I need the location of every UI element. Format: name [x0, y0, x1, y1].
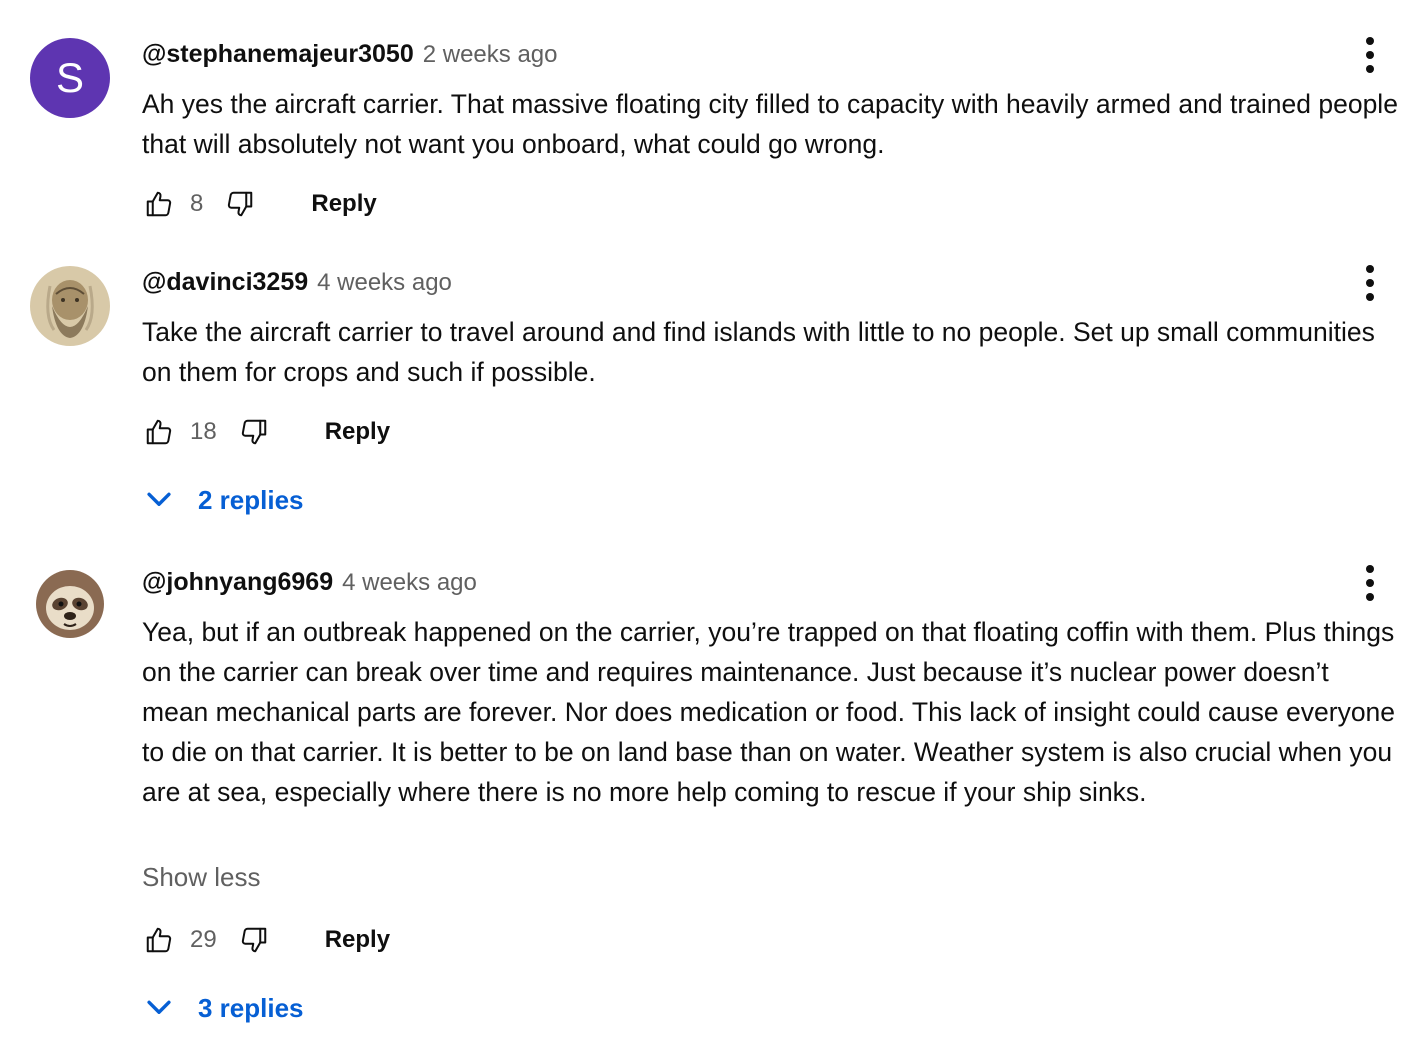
- thumb-up-icon: [146, 191, 172, 217]
- avatar-letter: S: [55, 54, 84, 101]
- more-actions-button[interactable]: [1354, 33, 1386, 77]
- comment-time[interactable]: 4 weeks ago: [342, 569, 477, 597]
- reply-button[interactable]: Reply: [325, 926, 390, 954]
- more-actions-button[interactable]: [1354, 561, 1386, 605]
- comment-header: @stephanemajeur3050 2 weeks ago: [142, 40, 558, 69]
- avatar[interactable]: [30, 266, 110, 346]
- like-count: 8: [190, 190, 204, 217]
- more-actions-button[interactable]: [1354, 261, 1386, 305]
- like-count: 18: [190, 418, 217, 445]
- thumb-down-icon: [228, 191, 253, 217]
- more-vert-icon: [1366, 565, 1374, 573]
- comment-author[interactable]: @davinci3259: [142, 268, 308, 297]
- like-count: 29: [190, 926, 217, 953]
- dislike-button[interactable]: [237, 923, 271, 957]
- comment-author[interactable]: @stephanemajeur3050: [142, 40, 414, 69]
- more-vert-icon: [1366, 265, 1374, 273]
- comment-time[interactable]: 2 weeks ago: [423, 41, 558, 69]
- comment-header: @johnyang6969 4 weeks ago: [142, 568, 477, 597]
- comment-time[interactable]: 4 weeks ago: [317, 269, 452, 297]
- comment-author[interactable]: @johnyang6969: [142, 568, 333, 597]
- avatar[interactable]: [30, 566, 110, 646]
- chevron-down-icon: [147, 1000, 171, 1014]
- comment-text: Take the aircraft carrier to travel arou…: [142, 317, 1375, 387]
- like-button[interactable]: [142, 923, 176, 957]
- comment-header: @davinci3259 4 weeks ago: [142, 268, 452, 297]
- portrait-avatar-image: [30, 266, 110, 346]
- view-replies-button[interactable]: 2 replies: [142, 478, 304, 522]
- view-replies-button[interactable]: 3 replies: [142, 986, 304, 1030]
- replies-label: 2 replies: [198, 484, 304, 515]
- thumb-down-icon: [241, 419, 266, 445]
- comment-actions: 18 Reply: [142, 412, 390, 452]
- dislike-button[interactable]: [223, 187, 257, 221]
- comment-text: Yea, but if an outbreak happened on the …: [142, 617, 1396, 807]
- dislike-button[interactable]: [237, 415, 271, 449]
- like-button[interactable]: [142, 415, 176, 449]
- sloth-avatar-image: [30, 566, 110, 646]
- thumb-down-icon: [241, 927, 266, 953]
- avatar[interactable]: S: [30, 38, 110, 118]
- show-less-button[interactable]: Show less: [142, 862, 261, 893]
- chevron-down-icon: [147, 492, 171, 506]
- comment-actions: 8 Reply: [142, 184, 377, 224]
- reply-button[interactable]: Reply: [311, 190, 376, 218]
- thumb-up-icon: [146, 927, 172, 953]
- thumb-up-icon: [146, 419, 172, 445]
- comment-actions: 29 Reply: [142, 920, 390, 960]
- like-button[interactable]: [142, 187, 176, 221]
- replies-label: 3 replies: [198, 992, 304, 1023]
- more-vert-icon: [1366, 37, 1374, 45]
- reply-button[interactable]: Reply: [325, 418, 390, 446]
- comment-text: Ah yes the aircraft carrier. That massiv…: [142, 89, 1398, 159]
